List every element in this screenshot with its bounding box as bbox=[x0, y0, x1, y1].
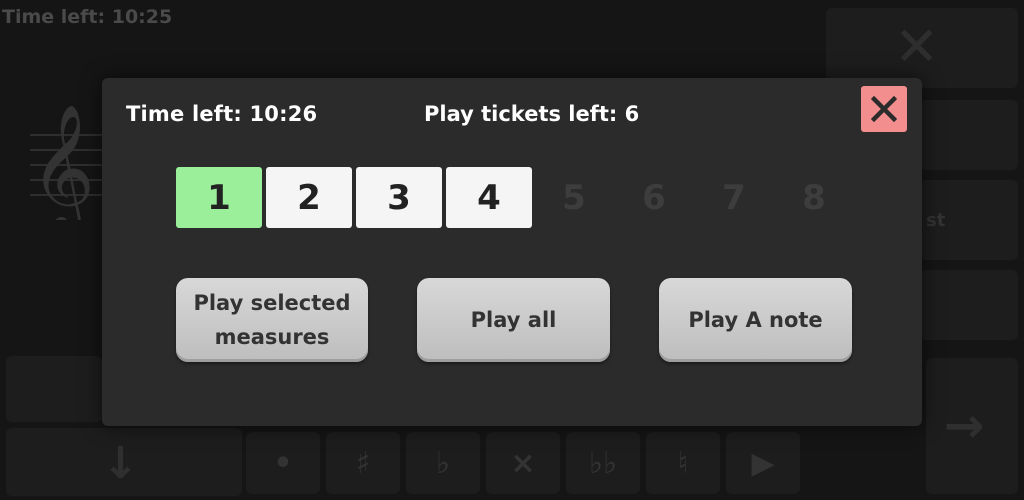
play-tickets-counter: Play tickets left: 6 bbox=[424, 102, 640, 126]
measure-4-button[interactable]: 4 bbox=[446, 167, 532, 228]
modal-overlay: Time left: 10:26 Play tickets left: 6 1 … bbox=[0, 0, 1024, 500]
measure-1-button[interactable]: 1 bbox=[176, 167, 262, 228]
play-all-button[interactable]: Play all bbox=[417, 278, 610, 362]
measure-2-button[interactable]: 2 bbox=[266, 167, 352, 228]
measure-6-button: 6 bbox=[616, 167, 692, 228]
play-a-note-button[interactable]: Play A note bbox=[659, 278, 852, 362]
close-button[interactable] bbox=[861, 86, 907, 132]
measure-selector: 1 2 3 4 5 6 7 8 bbox=[176, 167, 852, 228]
close-icon bbox=[871, 96, 897, 122]
play-dialog: Time left: 10:26 Play tickets left: 6 1 … bbox=[102, 78, 922, 426]
measure-8-button: 8 bbox=[776, 167, 852, 228]
play-selected-measures-button[interactable]: Play selected measures bbox=[176, 278, 368, 362]
timer: Time left: 10:26 bbox=[126, 102, 318, 126]
measure-7-button: 7 bbox=[696, 167, 772, 228]
measure-3-button[interactable]: 3 bbox=[356, 167, 442, 228]
measure-5-button: 5 bbox=[536, 167, 612, 228]
